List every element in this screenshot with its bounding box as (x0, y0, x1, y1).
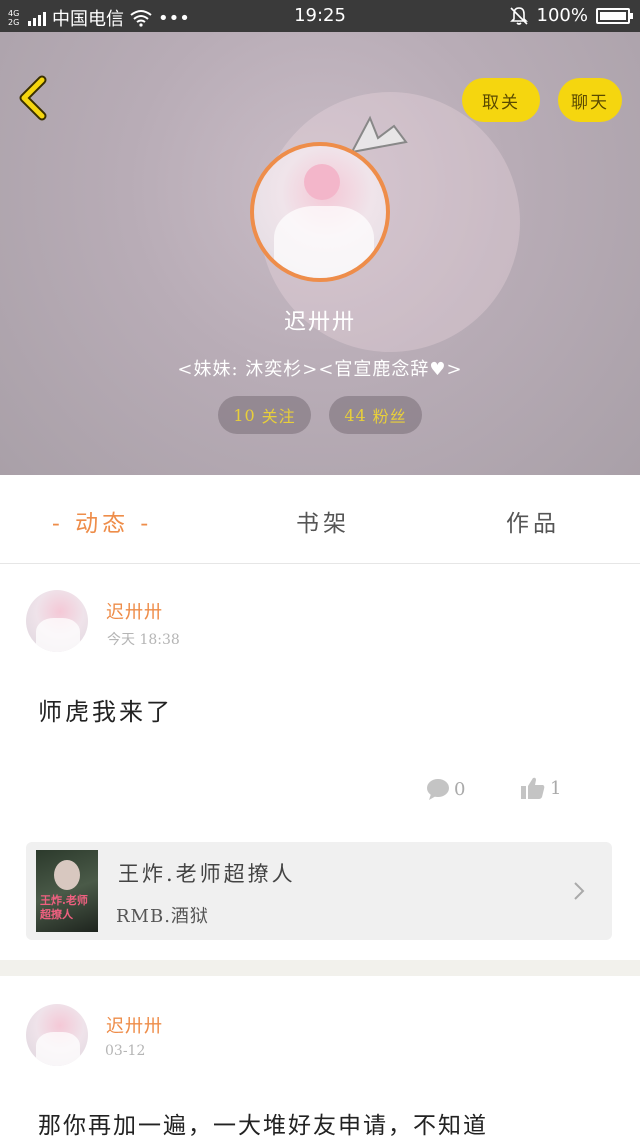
comment-button[interactable]: 0 (426, 778, 465, 800)
fans-count: 44 (344, 405, 367, 425)
fans-stat[interactable]: 44 粉丝 (329, 396, 422, 434)
comment-count: 0 (454, 778, 466, 800)
mute-bell-icon (509, 6, 528, 25)
book-card[interactable]: 王炸.老师超撩人 王炸.老师超撩人 RMB.酒狱 (26, 842, 612, 940)
post-author[interactable]: 迟卅卅 (106, 598, 163, 624)
post-divider (0, 960, 640, 976)
fans-label: 粉丝 (372, 407, 407, 426)
chat-button[interactable]: 聊天 (558, 78, 622, 122)
post-text: 师虎我来了 (38, 698, 173, 726)
following-count: 10 (233, 405, 256, 425)
status-bar: 4G 2G 中国电信 ••• 19:25 100% (0, 0, 640, 32)
post-avatar[interactable] (26, 1004, 88, 1066)
profile-username: 迟卅卅 (283, 310, 356, 335)
post-time: 03-12 (105, 1043, 146, 1059)
book-author: RMB.酒狱 (116, 906, 209, 927)
book-cover: 王炸.老师超撩人 (36, 850, 98, 932)
chevron-right-icon (574, 882, 585, 900)
post-author[interactable]: 迟卅卅 (106, 1012, 163, 1038)
tab-dynamic[interactable]: - 动态 - (52, 504, 152, 538)
tab-bookshelf[interactable]: 书架 (296, 504, 350, 538)
tab-works[interactable]: 作品 (506, 504, 560, 538)
back-icon[interactable] (14, 74, 54, 122)
profile-bio: <妹妹: 沐奕杉><官宣鹿念辞♥> (177, 359, 463, 380)
battery-percent: 100% (536, 5, 588, 26)
book-cover-title: 王炸.老师超撩人 (40, 894, 88, 921)
thumbs-up-icon (521, 777, 545, 799)
book-title: 王炸.老师超撩人 (118, 862, 296, 886)
following-stat[interactable]: 10 关注 (218, 396, 311, 434)
post-text: 那你再加一遍，一大堆好友申请，不知道 (38, 1113, 488, 1138)
like-button[interactable]: 1 (520, 776, 561, 800)
post-time: 今天 18:38 (107, 632, 180, 648)
comment-icon (427, 779, 449, 800)
profile-header: 取关 聊天 迟卅卅 <妹妹: 沐奕杉><官宣鹿念辞♥> 10 关注 44 粉丝 (0, 32, 640, 475)
like-count: 1 (550, 777, 562, 799)
unfollow-button[interactable]: 取关 (462, 78, 540, 122)
avatar[interactable] (250, 142, 390, 282)
following-label: 关注 (261, 407, 296, 426)
post-avatar[interactable] (26, 590, 88, 652)
profile-tabs: - 动态 - 书架 作品 (0, 476, 640, 564)
battery-icon (596, 7, 633, 24)
